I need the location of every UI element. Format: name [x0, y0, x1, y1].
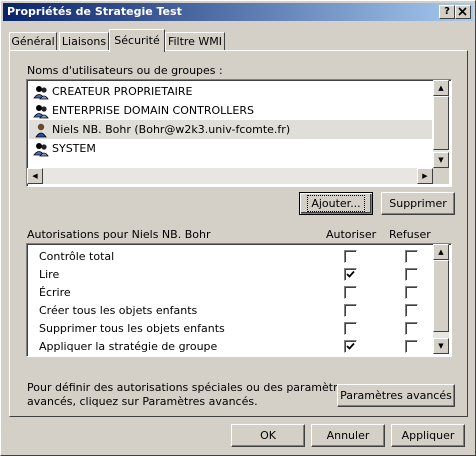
allow-checkbox[interactable] — [344, 268, 357, 281]
deny-checkbox[interactable] — [405, 340, 418, 353]
permission-row: Appliquer la stratégie de groupe — [29, 338, 432, 356]
permission-row: Créer tous les objets enfants — [29, 302, 432, 320]
list-item[interactable]: ENTERPRISE DOMAIN CONTROLLERS — [29, 101, 432, 120]
deny-checkbox[interactable] — [405, 286, 418, 299]
user-name: SYSTEM — [52, 142, 96, 155]
scroll-down-button[interactable]: ▼ — [433, 338, 449, 354]
users-listbox[interactable]: CREATEUR PROPRIETAIRE ENTERPRISE DOMAIN … — [26, 79, 452, 187]
permission-name: Contrôle total — [39, 250, 115, 263]
allow-checkbox[interactable] — [344, 304, 357, 317]
advanced-description-line2: avancés, cliquez sur Paramètres avancés. — [27, 395, 258, 408]
list-item-selected[interactable]: Niels NB. Bohr (Bohr@w2k3.univ-fcomte.fr… — [29, 120, 432, 139]
allow-checkbox[interactable] — [344, 322, 357, 335]
group-icon — [33, 143, 49, 157]
scroll-left-button[interactable]: ◀ — [27, 168, 43, 184]
permissions-list[interactable]: Contrôle total Lire Écrire Créer tous les o… — [26, 243, 452, 357]
permission-name: Écrire — [39, 286, 71, 299]
scroll-thumb[interactable] — [433, 96, 449, 150]
permission-row: Contrôle total — [29, 248, 432, 266]
scroll-up-button[interactable]: ▲ — [433, 244, 449, 260]
advanced-settings-button[interactable]: Paramètres avancés — [337, 384, 455, 407]
help-button[interactable]: ? — [439, 5, 455, 19]
ok-button[interactable]: OK — [231, 424, 305, 447]
deny-checkbox[interactable] — [405, 250, 418, 263]
deny-checkbox[interactable] — [405, 322, 418, 335]
scroll-corner — [433, 168, 449, 184]
permission-row: Écrire — [29, 284, 432, 302]
user-name: Niels NB. Bohr (Bohr@w2k3.univ-fcomte.fr… — [52, 123, 291, 136]
list-item[interactable]: SYSTEM — [29, 139, 432, 158]
permission-name: Lire — [39, 268, 60, 281]
user-name: CREATEUR PROPRIETAIRE — [52, 85, 193, 98]
apply-button[interactable]: Appliquer — [391, 424, 465, 447]
add-button[interactable]: Ajouter... — [299, 192, 373, 215]
permission-name: Appliquer la stratégie de groupe — [39, 340, 218, 353]
properties-dialog: Propriétés de Strategie Test ? Général L… — [0, 0, 476, 456]
tab-securite[interactable]: Sécurité — [109, 29, 165, 52]
remove-button[interactable]: Supprimer — [381, 192, 455, 215]
group-icon — [33, 105, 49, 119]
user-icon — [35, 123, 47, 138]
deny-checkbox[interactable] — [405, 268, 418, 281]
close-button[interactable] — [455, 5, 471, 19]
allow-checkbox[interactable] — [344, 340, 357, 353]
close-icon — [458, 7, 467, 16]
scroll-thumb[interactable] — [433, 260, 449, 332]
check-mark-icon — [346, 342, 355, 350]
title-bar[interactable]: Propriétés de Strategie Test ? — [3, 3, 473, 21]
permissions-vertical-scrollbar[interactable]: ▲ ▼ — [433, 244, 449, 354]
allow-column-header: Autoriser — [326, 228, 377, 241]
check-mark-icon — [346, 270, 355, 278]
cancel-button[interactable]: Annuler — [311, 424, 385, 447]
deny-checkbox[interactable] — [405, 304, 418, 317]
scroll-up-button[interactable]: ▲ — [433, 80, 449, 96]
users-horizontal-scrollbar[interactable]: ◀ ▶ — [27, 168, 433, 184]
advanced-description-line1: Pour définir des autorisations spéciales… — [27, 381, 350, 394]
tab-filtre-wmi[interactable]: Filtre WMI — [165, 32, 225, 50]
users-vertical-scrollbar[interactable]: ▲ ▼ — [433, 80, 449, 168]
users-label: Noms d'utilisateurs ou de groupes : — [27, 64, 223, 77]
deny-column-header: Refuser — [389, 228, 431, 241]
list-item[interactable]: CREATEUR PROPRIETAIRE — [29, 82, 432, 101]
permission-name: Supprimer tous les objets enfants — [39, 322, 225, 335]
tab-general[interactable]: Général — [9, 32, 57, 50]
tab-liaisons[interactable]: Liaisons — [59, 32, 109, 50]
scroll-right-button[interactable]: ▶ — [417, 168, 433, 184]
window-title: Propriétés de Strategie Test — [7, 5, 182, 18]
user-name: ENTERPRISE DOMAIN CONTROLLERS — [52, 104, 254, 117]
permissions-label: Autorisations pour Niels NB. Bohr — [27, 228, 211, 241]
scroll-down-button[interactable]: ▼ — [433, 152, 449, 168]
permission-row: Lire — [29, 266, 432, 284]
group-icon — [33, 86, 49, 100]
allow-checkbox[interactable] — [344, 286, 357, 299]
allow-checkbox[interactable] — [344, 250, 357, 263]
permission-name: Créer tous les objets enfants — [39, 304, 198, 317]
permission-row: Supprimer tous les objets enfants — [29, 320, 432, 338]
